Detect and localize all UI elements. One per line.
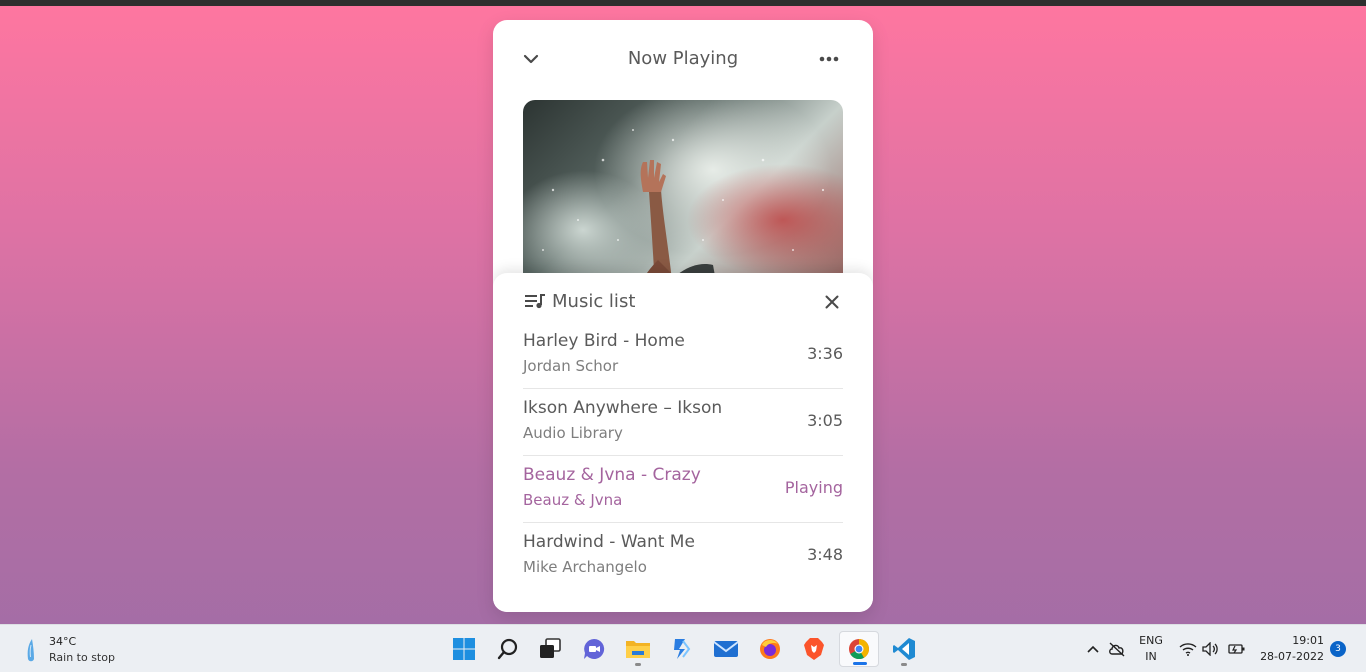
player-header: Now Playing — [493, 20, 873, 100]
active-indicator — [853, 662, 867, 665]
windows-icon[interactable] — [444, 631, 484, 667]
search-icon[interactable] — [488, 631, 528, 667]
region-code: IN — [1145, 650, 1157, 663]
song-item[interactable]: Hardwind - Want Me Mike Archangelo 3:48 — [523, 523, 843, 590]
chevron-up-icon[interactable] — [1083, 639, 1103, 659]
cloud-offline-icon[interactable] — [1107, 639, 1127, 659]
battery-icon[interactable] — [1227, 639, 1247, 659]
task-view-icon[interactable] — [530, 631, 570, 667]
song-name: Hardwind - Want Me — [523, 532, 695, 552]
weather-temperature: 34°C — [49, 635, 77, 648]
vscode-icon[interactable] — [884, 631, 924, 667]
clock-time: 19:01 — [1292, 634, 1324, 647]
language-code: ENG — [1139, 634, 1163, 647]
song-artist: Beauz & Jvna — [523, 491, 623, 509]
weather-description: Rain to stop — [49, 651, 115, 664]
brave-icon[interactable] — [794, 631, 834, 667]
queue-music-icon — [525, 293, 545, 313]
running-indicator — [901, 663, 907, 666]
mail-icon[interactable] — [706, 631, 746, 667]
chat-icon[interactable] — [574, 631, 614, 667]
running-indicator — [635, 663, 641, 666]
power-automate-icon[interactable] — [662, 631, 702, 667]
song-list: Harley Bird - Home Jordan Schor 3:36 Iks… — [523, 322, 843, 590]
music-list-header: Music list — [523, 291, 843, 315]
taskbar: 34°C Rain to stop ENG IN 19:01 28-07-202… — [0, 624, 1366, 672]
close-icon[interactable] — [821, 291, 843, 313]
language-indicator[interactable]: ENG IN — [1136, 633, 1166, 665]
folder-icon[interactable] — [618, 631, 658, 667]
song-duration: 3:48 — [807, 545, 843, 564]
song-name: Harley Bird - Home — [523, 331, 685, 351]
song-name: Beauz & Jvna - Crazy — [523, 465, 701, 485]
firefox-icon[interactable] — [750, 631, 790, 667]
system-clock[interactable]: 19:01 28-07-2022 — [1250, 633, 1324, 665]
song-item-playing[interactable]: Beauz & Jvna - Crazy Beauz & Jvna Playin… — [523, 456, 843, 523]
song-artist: Mike Archangelo — [523, 558, 647, 576]
song-duration: 3:36 — [807, 344, 843, 363]
song-name: Ikson Anywhere – Ikson — [523, 398, 723, 418]
volume-icon[interactable] — [1201, 639, 1221, 659]
song-duration: 3:05 — [807, 411, 843, 430]
player-card: Now Playing Music list Harley Bird - Hom… — [493, 20, 873, 612]
chrome-icon[interactable] — [839, 631, 879, 667]
song-item[interactable]: Ikson Anywhere – Ikson Audio Library 3:0… — [523, 389, 843, 456]
song-item[interactable]: Harley Bird - Home Jordan Schor 3:36 — [523, 322, 843, 389]
top-window-strip — [0, 0, 1366, 6]
more-options-icon[interactable] — [816, 46, 842, 72]
song-artist: Jordan Schor — [523, 357, 619, 375]
music-list-title: Music list — [552, 291, 636, 312]
song-artist: Audio Library — [523, 424, 623, 442]
music-list-panel: Music list Harley Bird - Home Jordan Sch… — [493, 273, 873, 612]
song-status: Playing — [784, 478, 843, 497]
raindrop-icon — [22, 637, 40, 667]
wifi-icon[interactable] — [1178, 639, 1198, 659]
notification-badge[interactable]: 3 — [1330, 641, 1346, 657]
clock-date: 28-07-2022 — [1260, 650, 1324, 663]
